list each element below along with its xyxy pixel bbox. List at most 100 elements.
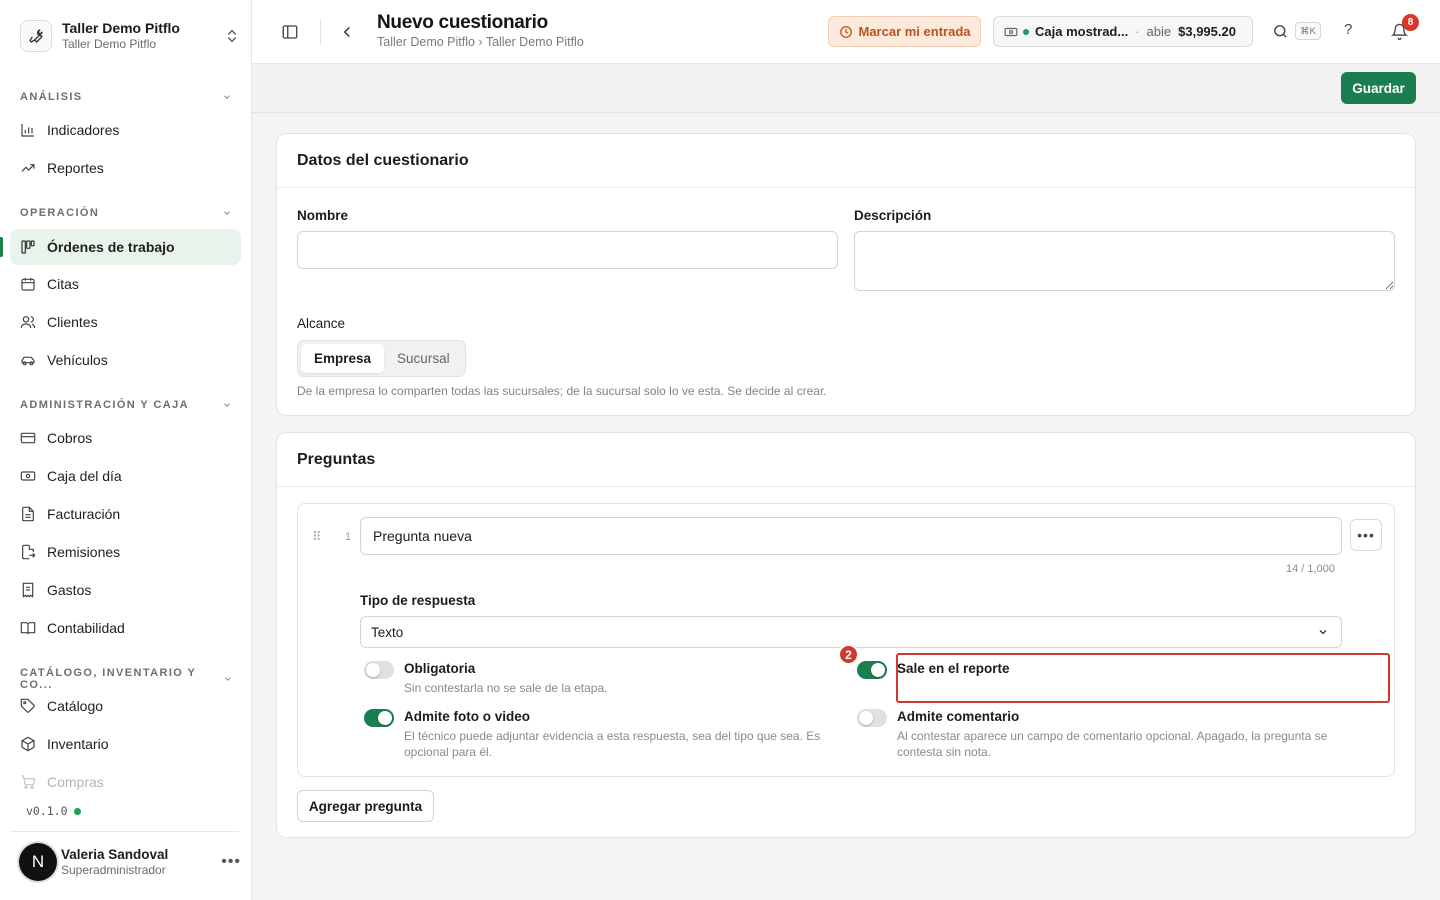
file-text-icon bbox=[20, 506, 36, 522]
version-label: v0.1.0 bbox=[26, 804, 68, 818]
help-icon[interactable]: ? bbox=[1344, 21, 1352, 38]
name-label: Nombre bbox=[297, 208, 349, 223]
drag-handle-icon[interactable]: ⠿ bbox=[312, 529, 321, 545]
banknote-icon bbox=[20, 468, 36, 484]
action-bar: Guardar bbox=[252, 64, 1440, 113]
chevron-down-icon bbox=[1317, 626, 1329, 638]
sidebar-toggle-icon[interactable] bbox=[281, 23, 299, 41]
chevron-down-icon bbox=[224, 403, 230, 407]
file-output-icon bbox=[20, 544, 36, 560]
search-icon[interactable] bbox=[1272, 23, 1290, 41]
sidebar-item-label: Inventario bbox=[47, 736, 109, 752]
answer-type-value: Texto bbox=[371, 624, 404, 640]
option-comment: Admite comentario Al contestar aparece u… bbox=[857, 709, 1327, 769]
questionnaire-data-card: Datos del cuestionario Nombre Descripció… bbox=[276, 133, 1416, 416]
calendar-icon bbox=[20, 276, 36, 292]
separator: · bbox=[1135, 24, 1140, 39]
answer-type-label: Tipo de respuesta bbox=[360, 593, 476, 608]
chevron-down-icon bbox=[224, 95, 230, 99]
section-administracion[interactable]: ADMINISTRACIÓN Y CAJA bbox=[20, 399, 232, 411]
notification-badge: 8 bbox=[1402, 14, 1419, 31]
in-report-toggle[interactable] bbox=[857, 661, 887, 679]
char-counter: 14 / 1,000 bbox=[1286, 563, 1335, 575]
description-label: Descripción bbox=[854, 208, 932, 223]
sidebar: Taller Demo Pitflo Taller Demo Pitflo AN… bbox=[0, 0, 252, 900]
highlight-box bbox=[896, 653, 1390, 703]
sidebar-item-inventario[interactable]: Inventario bbox=[10, 726, 241, 762]
sidebar-item-label: Cobros bbox=[47, 430, 93, 446]
save-button[interactable]: Guardar bbox=[1341, 72, 1416, 104]
user-name: Valeria Sandoval bbox=[61, 847, 169, 862]
divider bbox=[320, 20, 321, 44]
receipt-icon bbox=[20, 582, 36, 598]
sidebar-item-label: Vehículos bbox=[47, 352, 108, 368]
sidebar-item-label: Facturación bbox=[47, 506, 121, 522]
highlight-badge: 2 bbox=[838, 644, 859, 665]
option-title: Admite comentario bbox=[897, 709, 1020, 724]
sidebar-item-caja[interactable]: Caja del día bbox=[10, 458, 241, 494]
section-operacion[interactable]: OPERACIÓN bbox=[20, 207, 232, 219]
section-analisis[interactable]: ANÁLISIS bbox=[20, 91, 232, 103]
register-name: Caja mostrad... bbox=[1035, 24, 1129, 39]
org-switcher[interactable]: Taller Demo Pitflo Taller Demo Pitflo bbox=[20, 17, 240, 55]
question-number: 1 bbox=[345, 531, 352, 543]
cash-register-selector[interactable]: Caja mostrad... · abie $3,995.20 bbox=[993, 16, 1253, 47]
sidebar-item-label: Clientes bbox=[47, 314, 98, 330]
sidebar-item-clientes[interactable]: Clientes bbox=[10, 304, 241, 340]
name-input[interactable] bbox=[297, 231, 838, 269]
sidebar-item-label: Catálogo bbox=[47, 698, 104, 714]
back-chevron-icon[interactable] bbox=[338, 23, 356, 41]
sidebar-item-compras[interactable]: Compras bbox=[10, 764, 241, 800]
status-dot-icon bbox=[73, 807, 81, 815]
card-title: Datos del cuestionario bbox=[277, 134, 1415, 188]
sidebar-item-citas[interactable]: Citas bbox=[10, 266, 241, 302]
scope-label: Alcance bbox=[297, 316, 346, 331]
sidebar-item-facturacion[interactable]: Facturación bbox=[10, 496, 241, 532]
sidebar-item-label: Reportes bbox=[47, 160, 104, 176]
comment-toggle[interactable] bbox=[857, 709, 887, 727]
clock-in-button[interactable]: Marcar mi entrada bbox=[828, 16, 981, 47]
sidebar-item-remisiones[interactable]: Remisiones bbox=[10, 534, 241, 570]
divider bbox=[10, 831, 239, 832]
option-description: El técnico puede adjuntar evidencia a es… bbox=[404, 729, 821, 759]
bar-chart-icon bbox=[20, 122, 36, 138]
package-icon bbox=[20, 736, 36, 752]
register-status: abie bbox=[1146, 24, 1172, 39]
scope-option-empresa[interactable]: Empresa bbox=[301, 344, 385, 373]
org-name: Taller Demo Pitflo bbox=[62, 20, 180, 36]
add-question-button[interactable]: Agregar pregunta bbox=[297, 790, 434, 822]
scope-option-sucursal[interactable]: Sucursal bbox=[384, 344, 463, 373]
section-title: OPERACIÓN bbox=[20, 207, 100, 219]
page-title: Nuevo cuestionario bbox=[377, 12, 548, 33]
question-text-input[interactable]: Pregunta nueva bbox=[360, 517, 1342, 555]
search-shortcut: ⌘K bbox=[1295, 22, 1321, 40]
chevron-down-icon bbox=[224, 211, 230, 215]
option-title: Obligatoria bbox=[404, 661, 476, 676]
option-required: Obligatoria Sin contestarla no se sale d… bbox=[364, 661, 824, 701]
sidebar-item-gastos[interactable]: Gastos bbox=[10, 572, 241, 608]
wrench-icon bbox=[20, 20, 52, 52]
section-title: ADMINISTRACIÓN Y CAJA bbox=[20, 399, 189, 411]
main-content: Datos del cuestionario Nombre Descripció… bbox=[252, 113, 1440, 900]
user-menu[interactable]: N Valeria Sandoval Superadministrador ••… bbox=[19, 842, 241, 882]
more-horizontal-icon[interactable]: ••• bbox=[221, 853, 241, 871]
more-horizontal-icon[interactable]: ••• bbox=[1350, 519, 1382, 551]
sidebar-item-vehiculos[interactable]: Vehículos bbox=[10, 342, 241, 378]
scope-segmented-control: Empresa Sucursal bbox=[297, 340, 466, 377]
top-header: Nuevo cuestionario Taller Demo Pitflo › … bbox=[252, 0, 1440, 64]
sidebar-item-ordenes[interactable]: Órdenes de trabajo bbox=[0, 229, 241, 265]
option-title: Admite foto o video bbox=[404, 709, 530, 724]
tag-icon bbox=[20, 698, 36, 714]
description-textarea[interactable] bbox=[854, 231, 1395, 291]
sidebar-item-reportes[interactable]: Reportes bbox=[10, 150, 241, 186]
question-item: ⠿ 1 Pregunta nueva ••• 14 / 1,000 Tipo d… bbox=[297, 503, 1395, 777]
media-toggle[interactable] bbox=[364, 709, 394, 727]
sidebar-item-contabilidad[interactable]: Contabilidad bbox=[10, 610, 241, 646]
sidebar-item-cobros[interactable]: Cobros bbox=[10, 420, 241, 456]
answer-type-select[interactable]: Texto bbox=[360, 616, 1342, 648]
option-description: Al contestar aparece un campo de comenta… bbox=[897, 729, 1328, 759]
sidebar-item-catalogo[interactable]: Catálogo bbox=[10, 688, 241, 724]
required-toggle[interactable] bbox=[364, 661, 394, 679]
option-media: Admite foto o video El técnico puede adj… bbox=[364, 709, 824, 769]
sidebar-item-indicadores[interactable]: Indicadores bbox=[10, 112, 241, 148]
